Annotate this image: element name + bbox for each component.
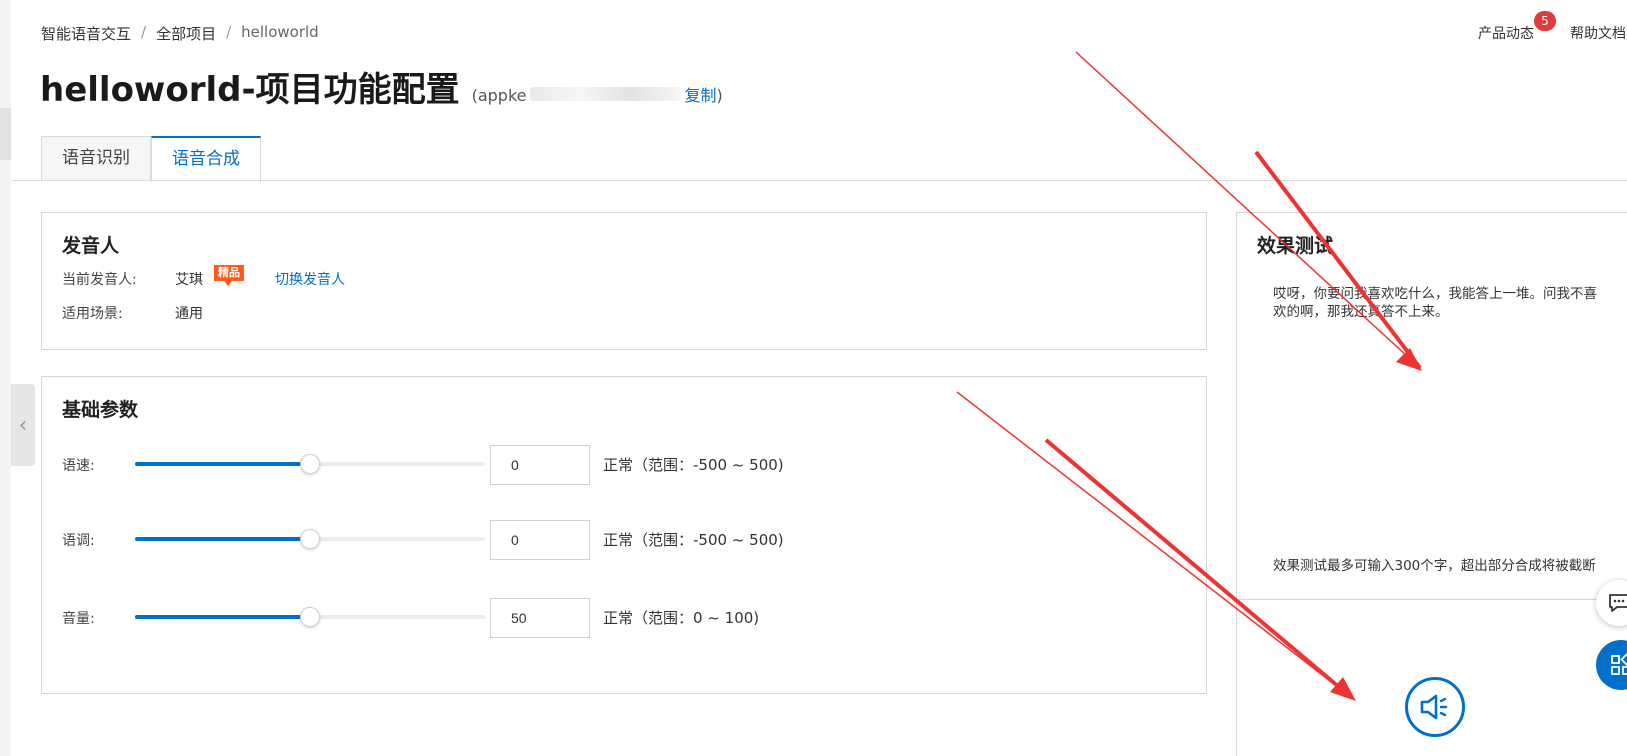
speed-slider-thumb[interactable] [300, 454, 320, 474]
volume-range-text: 正常（范围：0 ~ 100) [603, 609, 760, 627]
pitch-slider-thumb[interactable] [300, 529, 320, 549]
chat-icon [1609, 594, 1627, 612]
volume-slider[interactable] [135, 607, 485, 627]
speed-range-text: 正常（范围：-500 ~ 500) [603, 456, 784, 474]
scene-label: 适用场景: [62, 306, 123, 322]
tab-speech-recognition[interactable]: 语音识别 [41, 136, 151, 181]
tab-speech-synthesis[interactable]: 语音合成 [151, 136, 261, 182]
pitch-input[interactable] [490, 520, 590, 560]
effect-test-panel: 效果测试 哎呀，你要问我喜欢吃什么，我能答上一堆。问我不喜欢的啊，那我还真答不上… [1236, 212, 1627, 756]
switch-speaker-link[interactable]: 切换发音人 [275, 269, 345, 289]
help-docs-link[interactable]: 帮助文档 [1570, 23, 1626, 43]
speed-slider[interactable] [135, 454, 485, 474]
params-card-title: 基础参数 [62, 399, 139, 421]
appkey-suffix: ) [716, 86, 723, 105]
sidebar-collapse-handle[interactable]: ‹ [11, 384, 35, 466]
apps-grid-icon [1611, 653, 1627, 675]
current-speaker-label: 当前发音人: [62, 272, 137, 288]
play-synthesis-button[interactable] [1405, 677, 1465, 737]
breadcrumb: 智能语音交互 / 全部项目 / helloworld [41, 23, 319, 44]
news-count-badge: 5 [1534, 11, 1556, 31]
premium-tag: 精品 [214, 265, 244, 286]
breadcrumb-separator: / [226, 23, 232, 41]
tab-bar: 语音识别 语音合成 [41, 136, 261, 182]
speed-slider-fill [135, 462, 310, 466]
breadcrumb-separator: / [141, 23, 147, 41]
pitch-range-text: 正常（范围：-500 ~ 500) [603, 531, 784, 549]
effect-test-title: 效果测试 [1257, 235, 1334, 257]
breadcrumb-root[interactable]: 智能语音交互 [41, 23, 131, 44]
volume-slider-fill [135, 615, 310, 619]
volume-input[interactable] [490, 598, 590, 638]
appkey-prefix: (appke [471, 86, 527, 105]
speaker-card: 发音人 当前发音人: 艾琪 精品 切换发音人 适用场景: 通用 [41, 212, 1207, 350]
volume-slider-thumb[interactable] [300, 607, 320, 627]
speed-label: 语速: [62, 458, 95, 474]
chevron-left-icon: ‹ [18, 412, 28, 438]
pitch-slider-fill [135, 537, 310, 541]
tab-divider [11, 180, 1627, 181]
params-card: 基础参数 语速: 正常（范围：-500 ~ 500) 语调: 正常（范围：-50… [41, 376, 1207, 694]
speaker-card-title: 发音人 [62, 235, 120, 257]
breadcrumb-projects[interactable]: 全部项目 [156, 23, 216, 44]
copy-appkey-link[interactable]: 复制 [684, 82, 716, 106]
left-sidebar-strip [0, 0, 11, 756]
top-nav: 产品动态 5 帮助文档 [1478, 11, 1626, 43]
page-header: helloworld-项目功能配置 (appke 复制 ) [40, 62, 723, 111]
test-panel-divider [1237, 599, 1627, 600]
pitch-label: 语调: [62, 533, 95, 549]
speed-input[interactable] [490, 445, 590, 485]
test-text-area[interactable]: 哎呀，你要问我喜欢吃什么，我能答上一堆。问我不喜欢的啊，那我还真答不上来。 [1273, 285, 1603, 321]
left-sidebar-marker [0, 108, 11, 160]
scene-value: 通用 [175, 306, 203, 322]
test-limit-note: 效果测试最多可输入300个字，超出部分合成将被截断 [1273, 558, 1596, 574]
pitch-slider[interactable] [135, 529, 485, 549]
appkey-redacted [530, 87, 681, 101]
volume-label: 音量: [62, 611, 95, 627]
breadcrumb-current: helloworld [241, 23, 319, 41]
product-news-label: 产品动态 [1478, 26, 1534, 42]
current-speaker-value: 艾琪 [175, 272, 203, 288]
speaker-icon [1420, 694, 1448, 720]
appkey-display: (appke 复制 ) [472, 82, 723, 106]
product-news-link[interactable]: 产品动态 5 [1478, 11, 1556, 43]
page-title: helloworld-项目功能配置 [40, 70, 460, 110]
